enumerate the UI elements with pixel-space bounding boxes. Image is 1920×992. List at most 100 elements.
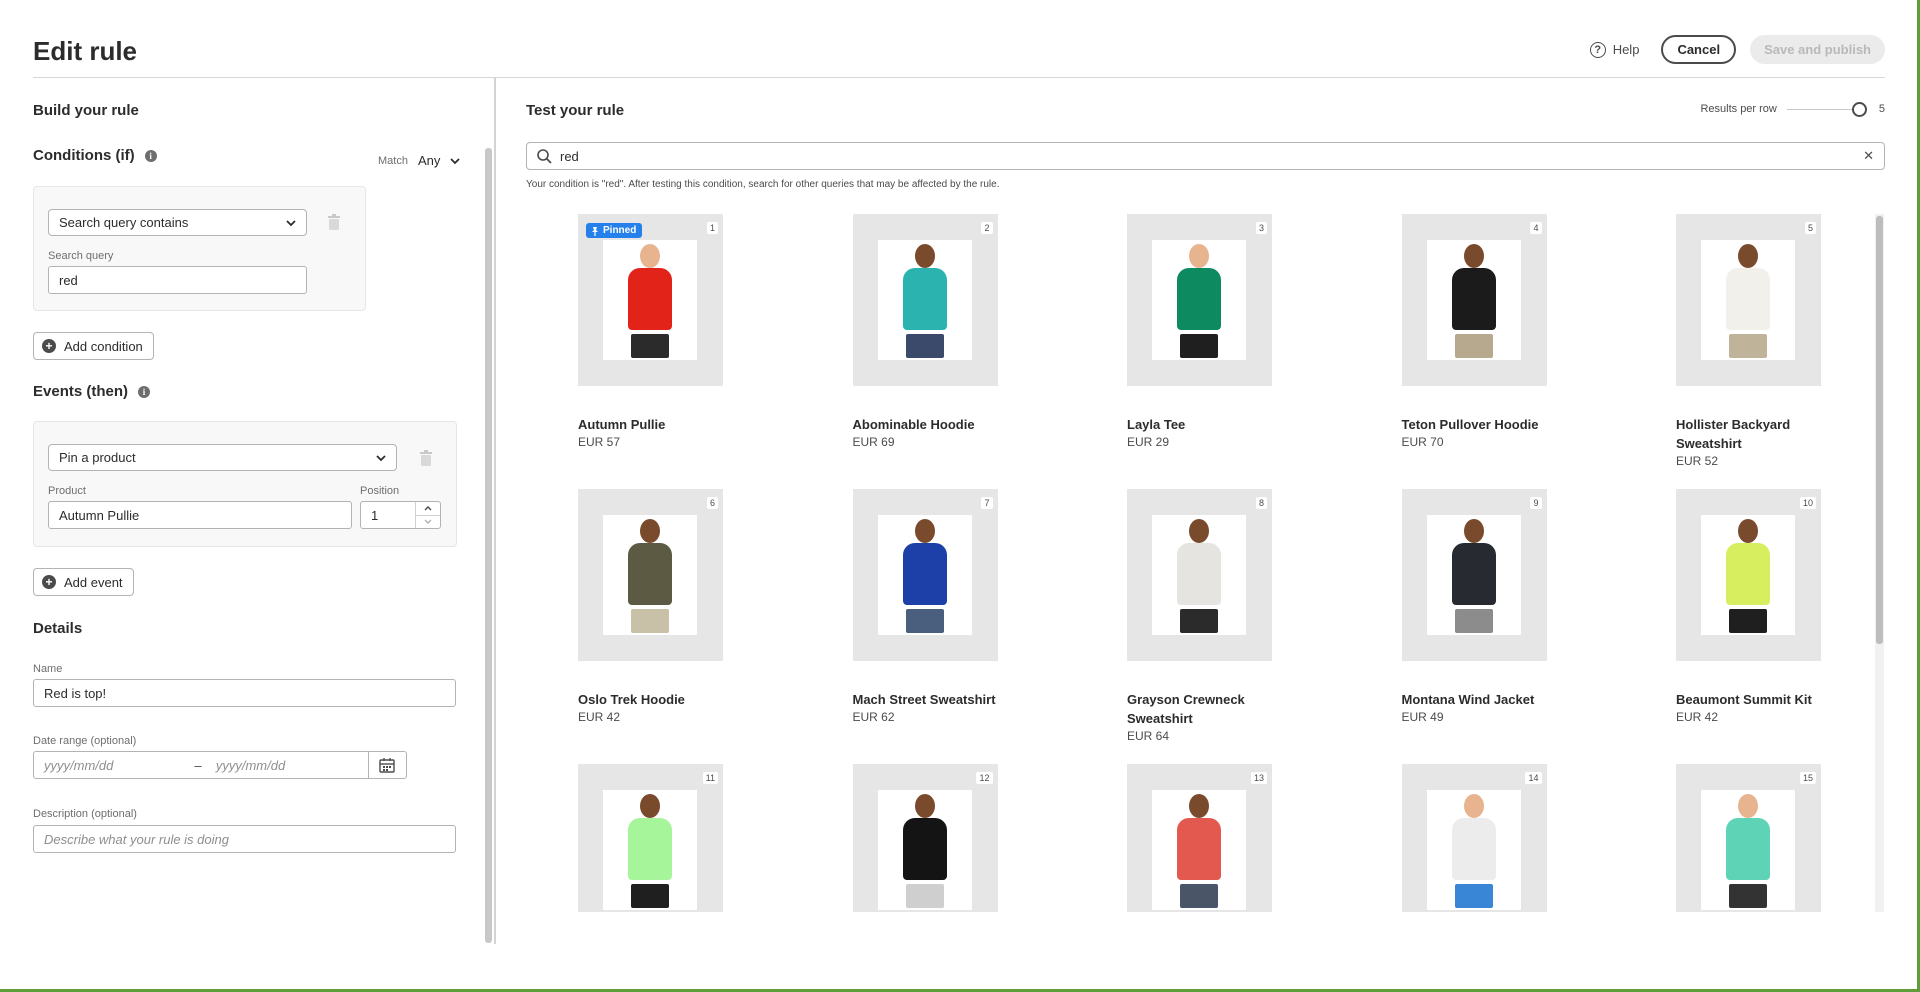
pinned-label: Pinned (603, 225, 637, 236)
product-input[interactable]: Autumn Pullie (48, 501, 352, 529)
product-thumbnail[interactable]: 9 (1401, 489, 1547, 661)
product-thumbnail[interactable]: 12 (852, 764, 998, 912)
product-thumbnail[interactable]: 5 (1676, 214, 1821, 386)
product-position-number: 6 (706, 497, 718, 509)
product-name[interactable]: Oslo Trek Hoodie (578, 690, 723, 709)
calendar-button[interactable] (367, 752, 406, 778)
product-position-number: 15 (1799, 772, 1816, 784)
results-per-row-slider[interactable] (1786, 101, 1867, 117)
name-value: Red is top! (44, 685, 107, 701)
product-thumbnail[interactable]: 8 (1127, 489, 1272, 661)
product-label: Product (48, 485, 86, 497)
save-and-publish-button[interactable]: Save and publish (1750, 35, 1885, 64)
results-scrollbar-thumb[interactable] (1876, 216, 1883, 644)
conditions-info-icon[interactable]: i (144, 149, 157, 162)
product-card[interactable]: 15 (1676, 764, 1826, 912)
start-date-input[interactable]: yyyy/mm/dd (34, 758, 190, 773)
model-head (914, 794, 935, 818)
product-thumbnail[interactable]: 15 (1676, 764, 1821, 912)
help-link[interactable]: ? Help (1589, 41, 1639, 58)
garment-top (1177, 543, 1221, 605)
pinned-badge: Pinned (586, 223, 643, 238)
product-thumbnail[interactable]: 7 (852, 489, 998, 661)
product-thumbnail[interactable]: 2 (852, 214, 998, 386)
left-panel-scrollbar[interactable] (485, 148, 492, 943)
delete-condition-button[interactable] (327, 214, 341, 235)
product-thumbnail[interactable]: 13 (1127, 764, 1272, 912)
product-position-number: 1 (706, 222, 718, 234)
product-thumbnail[interactable]: 14 (1401, 764, 1547, 912)
plus-icon: + (42, 575, 56, 589)
garment-top (902, 543, 947, 605)
product-card[interactable]: 8 Grayson Crewneck Sweatshirt EUR 64 (1127, 489, 1277, 743)
product-name[interactable]: Beaumont Summit Kit (1676, 690, 1821, 709)
product-name[interactable]: Montana Wind Jacket (1402, 690, 1547, 709)
product-thumbnail[interactable]: 1 Pinned (578, 214, 723, 386)
stepper-down-button[interactable] (416, 516, 440, 529)
garment-top (628, 268, 672, 330)
garment-bottom (631, 609, 669, 633)
product-card[interactable]: 12 (852, 764, 1003, 912)
event-type-picker[interactable]: Pin a product (48, 444, 397, 471)
product-thumbnail[interactable]: 11 (578, 764, 723, 912)
name-input[interactable]: Red is top! (33, 679, 456, 707)
model-head (914, 244, 935, 268)
product-card[interactable]: 11 (578, 764, 728, 912)
conditions-header: Conditions (if) i (33, 147, 157, 164)
product-thumbnail[interactable]: 6 (578, 489, 723, 661)
add-condition-button[interactable]: + Add condition (33, 332, 154, 360)
position-stepper[interactable]: 1 (360, 501, 441, 529)
product-position-number: 10 (1799, 497, 1816, 509)
garment-bottom (905, 609, 944, 633)
garment-top (902, 268, 947, 330)
condition-type-picker[interactable]: Search query contains (48, 209, 307, 236)
product-card[interactable]: 10 Beaumont Summit Kit EUR 42 (1676, 489, 1826, 724)
cancel-button[interactable]: Cancel (1661, 35, 1737, 64)
product-card[interactable]: 5 Hollister Backyard Sweatshirt EUR 52 (1676, 214, 1826, 468)
product-thumbnail[interactable]: 4 (1401, 214, 1547, 386)
product-position-number: 2 (981, 222, 993, 234)
product-name[interactable]: Grayson Crewneck Sweatshirt (1127, 690, 1272, 728)
match-selector[interactable]: Match Any (378, 153, 461, 168)
delete-event-button[interactable] (419, 450, 433, 471)
add-event-button[interactable]: + Add event (33, 568, 134, 596)
product-photo (1701, 240, 1795, 360)
product-price: EUR 29 (1127, 435, 1170, 449)
product-card[interactable]: 2 Abominable Hoodie EUR 69 (852, 214, 1003, 449)
product-card[interactable]: 6 Oslo Trek Hoodie EUR 42 (578, 489, 728, 724)
condition-type-value: Search query contains (59, 215, 189, 230)
product-card[interactable]: 7 Mach Street Sweatshirt EUR 62 (852, 489, 1003, 724)
product-card[interactable]: 4 Teton Pullover Hoodie EUR 70 (1401, 214, 1552, 449)
product-name[interactable]: Teton Pullover Hoodie (1402, 415, 1547, 434)
end-date-input[interactable]: yyyy/mm/dd (206, 758, 368, 773)
test-search-field[interactable]: red ✕ (526, 142, 1885, 170)
product-name[interactable]: Hollister Backyard Sweatshirt (1676, 415, 1821, 453)
product-thumbnail[interactable]: 3 (1127, 214, 1272, 386)
product-name[interactable]: Abominable Hoodie (853, 415, 998, 434)
slider-thumb[interactable] (1851, 101, 1867, 117)
events-info-icon[interactable]: i (138, 385, 151, 398)
stepper-up-button[interactable] (416, 502, 440, 516)
garment-top (1726, 268, 1770, 330)
clear-search-icon[interactable]: ✕ (1863, 148, 1874, 164)
product-thumbnail[interactable]: 10 (1676, 489, 1821, 661)
garment-top (1726, 818, 1770, 880)
product-name[interactable]: Mach Street Sweatshirt (853, 690, 998, 709)
product-card[interactable]: 1 Pinned Autumn Pullie EUR 57 (578, 214, 728, 449)
product-card[interactable]: 14 (1401, 764, 1552, 912)
results-per-row-label: Results per row (1700, 103, 1777, 115)
description-input[interactable]: Describe what your rule is doing (33, 825, 456, 853)
product-card[interactable]: 9 Montana Wind Jacket EUR 49 (1401, 489, 1552, 724)
product-name[interactable]: Autumn Pullie (578, 415, 723, 434)
search-icon (537, 148, 552, 164)
garment-bottom (1454, 884, 1493, 908)
search-query-input[interactable]: red (48, 266, 307, 294)
garment-bottom (905, 334, 944, 358)
product-card[interactable]: 13 (1127, 764, 1277, 912)
search-query-label: Search query (48, 250, 114, 262)
model-head (1189, 244, 1209, 268)
results-per-row-value: 5 (1878, 103, 1885, 115)
product-name[interactable]: Layla Tee (1127, 415, 1272, 434)
product-photo (603, 515, 697, 635)
product-card[interactable]: 3 Layla Tee EUR 29 (1127, 214, 1277, 449)
